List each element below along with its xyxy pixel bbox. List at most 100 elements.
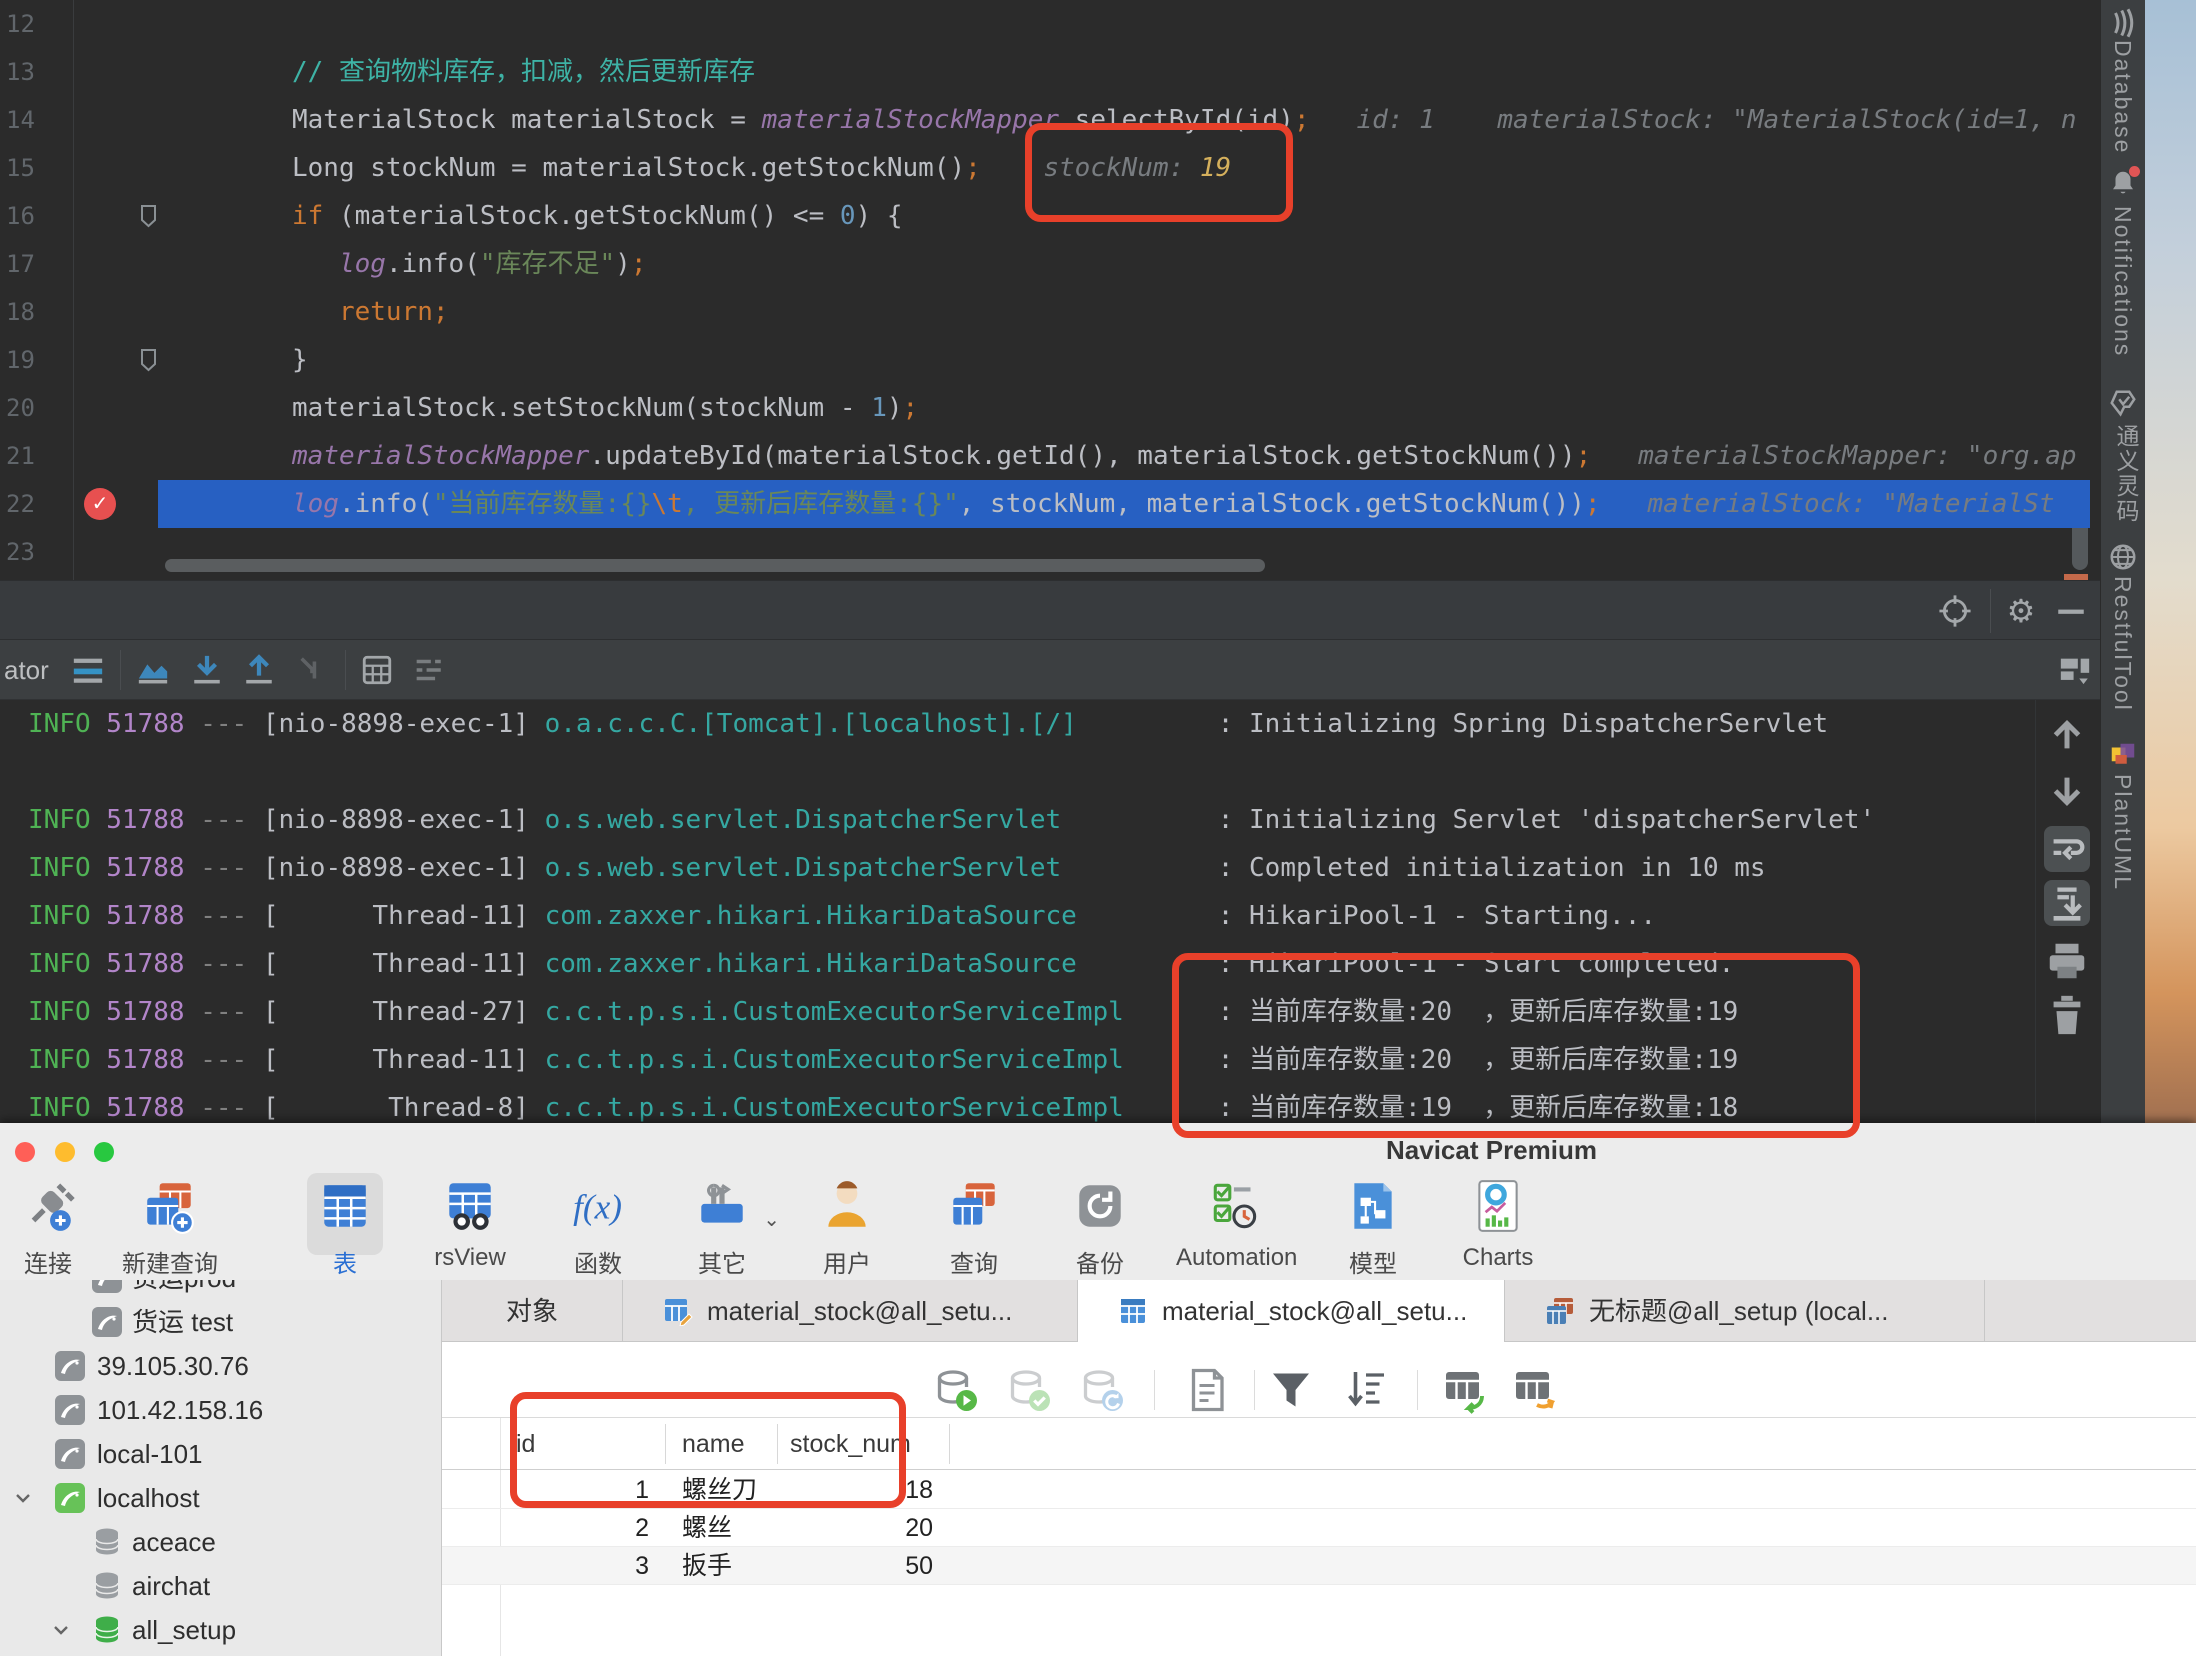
cell-name[interactable]: 扳手 <box>682 1547 732 1585</box>
code-line[interactable]: 12 <box>0 0 2090 48</box>
tab-无标题@all_setup (local...[interactable]: 无标题@all_setup (local... <box>1505 1280 1985 1342</box>
code-line[interactable]: 21materialStockMapper.updateById(materia… <box>0 432 2090 480</box>
trash-icon[interactable] <box>2044 992 2090 1038</box>
toolbar-item-label: 查询 <box>914 1244 1034 1279</box>
settings-lines-icon[interactable] <box>411 653 445 687</box>
sidebar-item-101.42.158.16[interactable]: 101.42.158.16 <box>0 1388 442 1432</box>
layout-icon[interactable] <box>2058 653 2092 687</box>
sidebar-item-all_setup[interactable]: all_setup <box>0 1608 442 1652</box>
code-editor[interactable]: 1213// 查询物料库存，扣减，然后更新库存14MaterialStock m… <box>0 0 2100 580</box>
target-icon[interactable] <box>1938 594 1972 628</box>
toolbar-item-新建查询[interactable]: 新建查询 <box>110 1177 230 1279</box>
close-button[interactable] <box>15 1142 35 1162</box>
sidebar-item-39.105.30.76[interactable]: 39.105.30.76 <box>0 1344 442 1388</box>
tab-material_stock@all_setu...[interactable]: material_stock@all_setu... <box>1078 1280 1505 1343</box>
cell-id[interactable]: 2 <box>516 1509 649 1547</box>
cell-stock-num[interactable]: 50 <box>790 1547 933 1585</box>
log-line: INFO 51788 --- [ Thread-11] com.zaxxer.h… <box>28 892 1656 940</box>
toolbar-item-rsView[interactable]: rsView <box>410 1177 530 1272</box>
toolbar-item-label: Charts <box>1438 1244 1558 1272</box>
commit-icon <box>1005 1366 1053 1414</box>
toolbar-item-label: rsView <box>410 1244 530 1272</box>
grid-icon[interactable] <box>360 653 394 687</box>
toolbar-item-Automation[interactable]: Automation <box>1176 1177 1296 1272</box>
plantuml-icon[interactable] <box>2108 740 2138 770</box>
soft-wrap-icon[interactable] <box>71 653 105 687</box>
chevron-down-icon[interactable] <box>52 1622 70 1638</box>
globe-icon[interactable] <box>2108 542 2138 572</box>
code-line[interactable]: 20materialStock.setStockNum(stockNum - 1… <box>0 384 2090 432</box>
scroll-down-icon[interactable] <box>2044 768 2090 814</box>
tool-window-label-2[interactable]: Notifications <box>2109 206 2136 357</box>
toolbar-item-查询[interactable]: 查询 <box>914 1177 1034 1279</box>
report-icon[interactable] <box>1183 1366 1231 1414</box>
sidebar-item-label: 货运prod <box>132 1280 236 1300</box>
toolbar-item-备份[interactable]: 备份 <box>1040 1177 1160 1279</box>
code-text: materialStockMapper.updateById(materialS… <box>292 432 2077 480</box>
text-segment: 51788 <box>106 901 184 931</box>
toolbar-item-模型[interactable]: 模型 <box>1313 1177 1433 1279</box>
fold-marker-icon[interactable] <box>140 348 157 372</box>
import-wizard-icon[interactable] <box>1440 1366 1488 1414</box>
toolbar-item-其它[interactable]: ⌄其它 <box>662 1177 782 1279</box>
print-icon[interactable] <box>2044 938 2090 984</box>
tongyi-icon[interactable] <box>2108 388 2138 418</box>
toolbar-item-用户[interactable]: 用户 <box>787 1177 907 1279</box>
sidebar-item-aceace[interactable]: aceace <box>0 1520 442 1564</box>
scroll-up-icon[interactable] <box>2044 712 2090 758</box>
text-segment: c.c.t.p.s.i.CustomExecutorServiceImpl <box>545 997 1124 1027</box>
cell-id[interactable]: 3 <box>516 1547 649 1585</box>
sidebar-item-localhost[interactable]: localhost <box>0 1476 442 1520</box>
line-number: 15 <box>6 144 66 192</box>
tab-material_stock@all_setu...[interactable]: material_stock@all_setu... <box>623 1280 1078 1342</box>
database-icon[interactable] <box>2108 8 2138 38</box>
connection-sidebar[interactable]: 货运prod货运 test39.105.30.76101.42.158.16lo… <box>0 1280 442 1656</box>
line-number: 19 <box>6 336 66 384</box>
tool-window-label-5[interactable]: PlantUML <box>2109 774 2136 891</box>
scroll-to-end-button[interactable] <box>2044 880 2090 926</box>
code-line[interactable]: 18 return; <box>0 288 2090 336</box>
soft-wrap-button[interactable] <box>2044 826 2090 872</box>
text-segment: 51788 <box>106 1093 184 1123</box>
rollback-icon <box>1078 1366 1126 1414</box>
text-segment: materialStock.setStockNum(stockNum - <box>292 393 871 423</box>
code-line[interactable]: 19} <box>0 336 2090 384</box>
breakpoint-icon[interactable]: ✓ <box>84 488 116 520</box>
tab-对象[interactable]: 对象 <box>442 1280 623 1342</box>
table-row[interactable]: 3 扳手 50 <box>442 1547 2196 1585</box>
arrow-up-icon[interactable] <box>242 653 276 687</box>
code-line[interactable]: 17 log.info("库存不足"); <box>0 240 2090 288</box>
zoom-button[interactable] <box>94 1142 114 1162</box>
cell-stock-num[interactable]: 20 <box>790 1509 933 1547</box>
table-row[interactable]: 2 螺丝 20 <box>442 1509 2196 1547</box>
filter-icon[interactable] <box>1267 1366 1315 1414</box>
code-line[interactable]: 13// 查询物料库存，扣减，然后更新库存 <box>0 48 2090 96</box>
toolbar-item-Charts[interactable]: Charts <box>1438 1177 1558 1272</box>
sidebar-item-local-101[interactable]: local-101 <box>0 1432 442 1476</box>
code-line[interactable]: 23 <box>0 528 2090 576</box>
sort-icon[interactable] <box>1342 1366 1390 1414</box>
export-wizard-icon[interactable] <box>1510 1366 1558 1414</box>
console-tab-label[interactable]: ator <box>4 640 49 700</box>
tool-window-label-3[interactable]: 通义灵码 <box>2109 424 2143 524</box>
minimize-icon[interactable] <box>2054 594 2088 628</box>
sidebar-item-货运prod[interactable]: 货运prod <box>0 1280 442 1300</box>
text-segment: --- <box>185 997 263 1027</box>
tool-window-label-1[interactable]: Database <box>2109 40 2136 154</box>
fold-marker-icon[interactable] <box>140 204 157 228</box>
toolbar-item-函数[interactable]: f(x)函数 <box>538 1177 658 1279</box>
chevron-down-icon[interactable] <box>14 1490 32 1506</box>
code-line[interactable]: 22✓log.info("当前库存数量:{}\t, 更新后库存数量:{}", s… <box>0 480 2090 528</box>
cell-name[interactable]: 螺丝 <box>682 1509 732 1547</box>
tool-window-label-4[interactable]: RestfulTool <box>2109 576 2136 712</box>
minimize-button[interactable] <box>55 1142 75 1162</box>
gear-icon[interactable]: ⚙ <box>2004 594 2038 628</box>
toolbar-item-连接[interactable]: 连接 <box>0 1177 108 1279</box>
bell-icon[interactable] <box>2108 168 2138 198</box>
sidebar-item-货运 test[interactable]: 货运 test <box>0 1300 442 1344</box>
sidebar-item-airchat[interactable]: airchat <box>0 1564 442 1608</box>
begin-transaction-icon[interactable] <box>932 1366 980 1414</box>
chart-icon[interactable] <box>136 653 170 687</box>
toolbar-item-表[interactable]: 表 <box>285 1177 405 1279</box>
arrow-down-icon[interactable] <box>190 653 224 687</box>
